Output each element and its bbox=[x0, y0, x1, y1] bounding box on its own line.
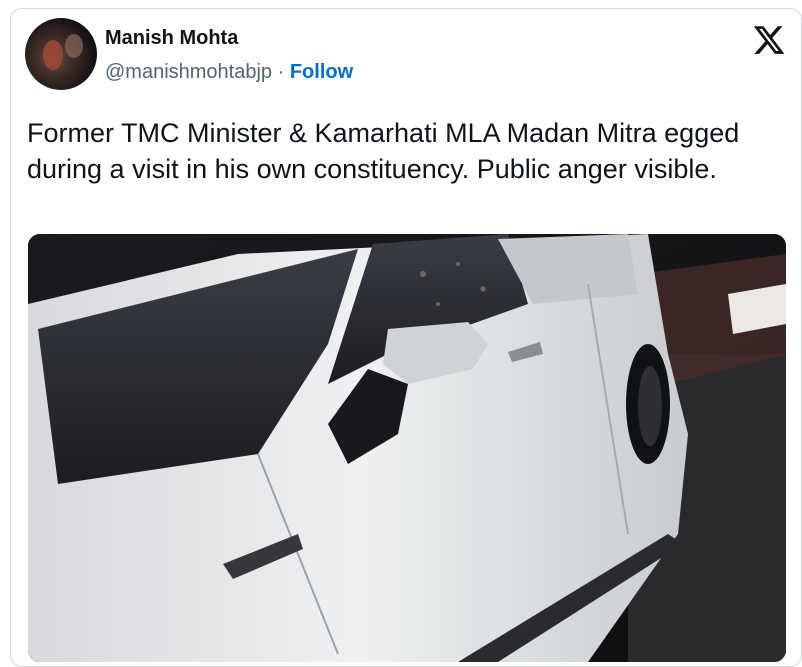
separator: · bbox=[277, 61, 290, 83]
x-logo-icon[interactable] bbox=[751, 23, 787, 57]
tweet-media[interactable] bbox=[28, 234, 786, 662]
author-name[interactable]: Manish Mohta bbox=[105, 27, 238, 50]
tweet-text: Former TMC Minister & Kamarhati MLA Mada… bbox=[27, 118, 740, 184]
avatar[interactable] bbox=[25, 18, 97, 90]
author-handle-row: @manishmohtabjp · Follow bbox=[105, 61, 353, 84]
car-image bbox=[28, 234, 786, 662]
tweet-card[interactable]: Manish Mohta @manishmohtabjp · Follow Fo… bbox=[10, 8, 802, 667]
author-handle[interactable]: @manishmohtabjp bbox=[105, 61, 272, 83]
follow-button[interactable]: Follow bbox=[290, 61, 353, 83]
